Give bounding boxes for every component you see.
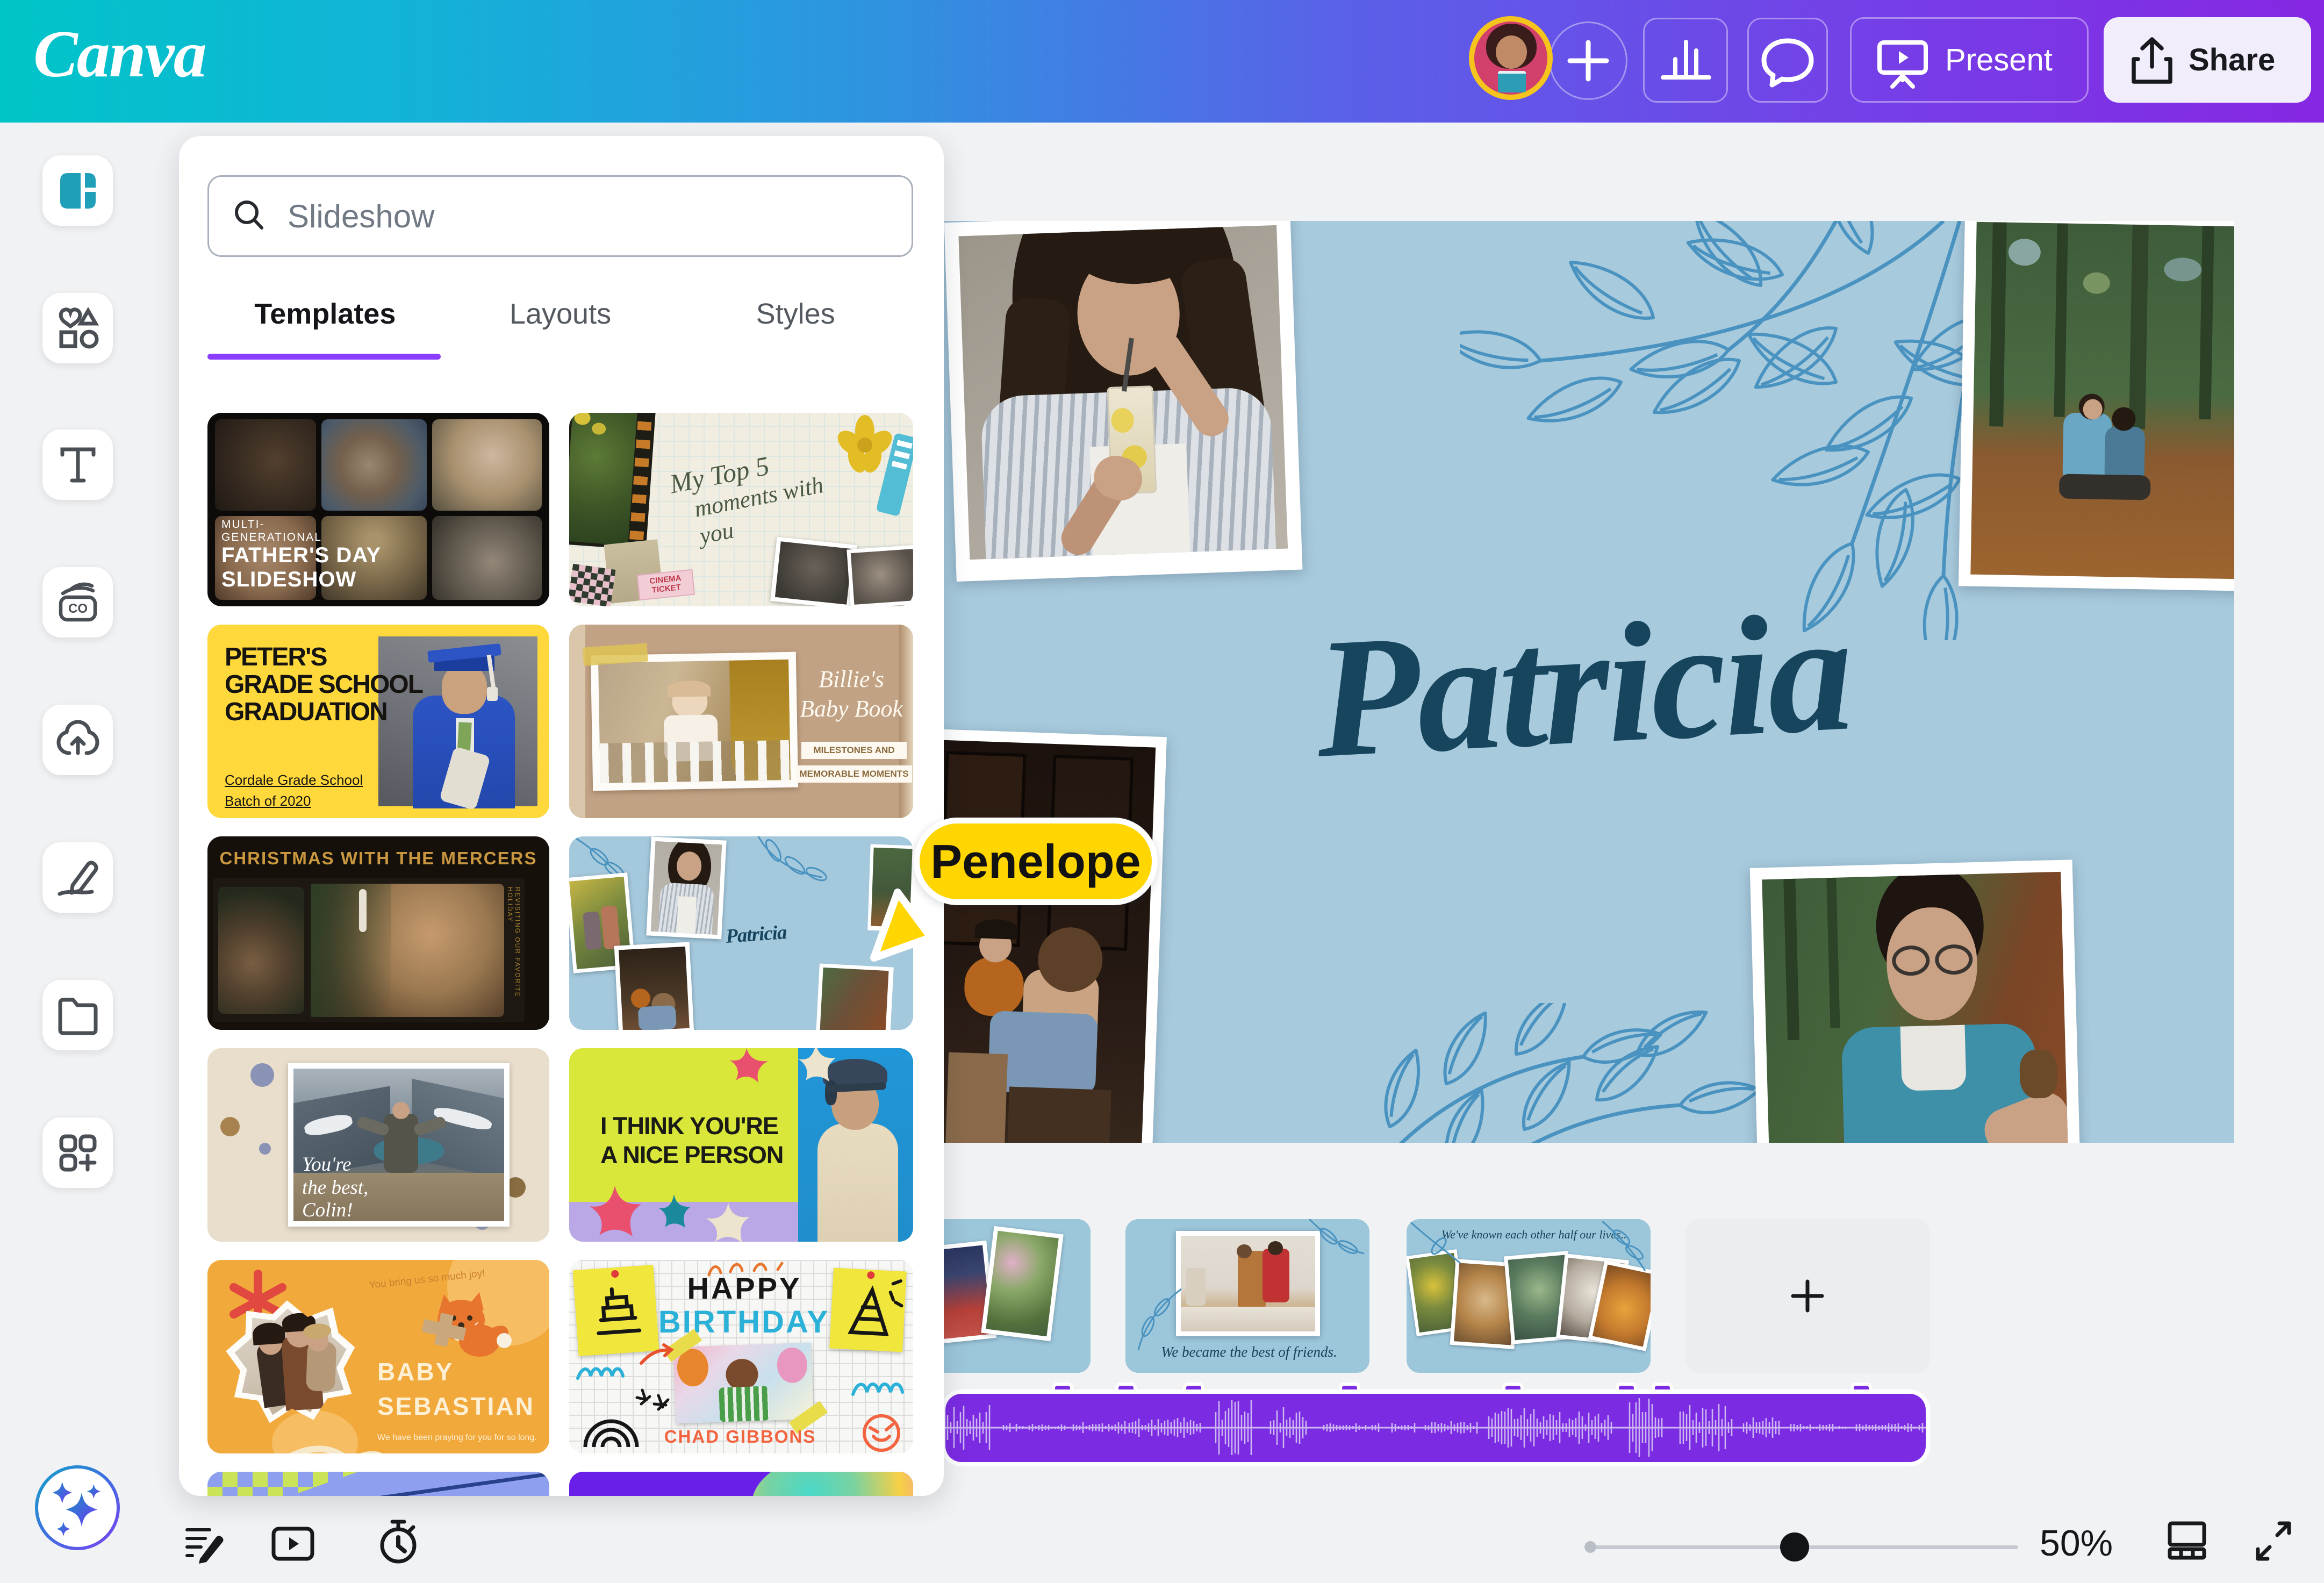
svg-text:CO: CO [68,601,88,616]
